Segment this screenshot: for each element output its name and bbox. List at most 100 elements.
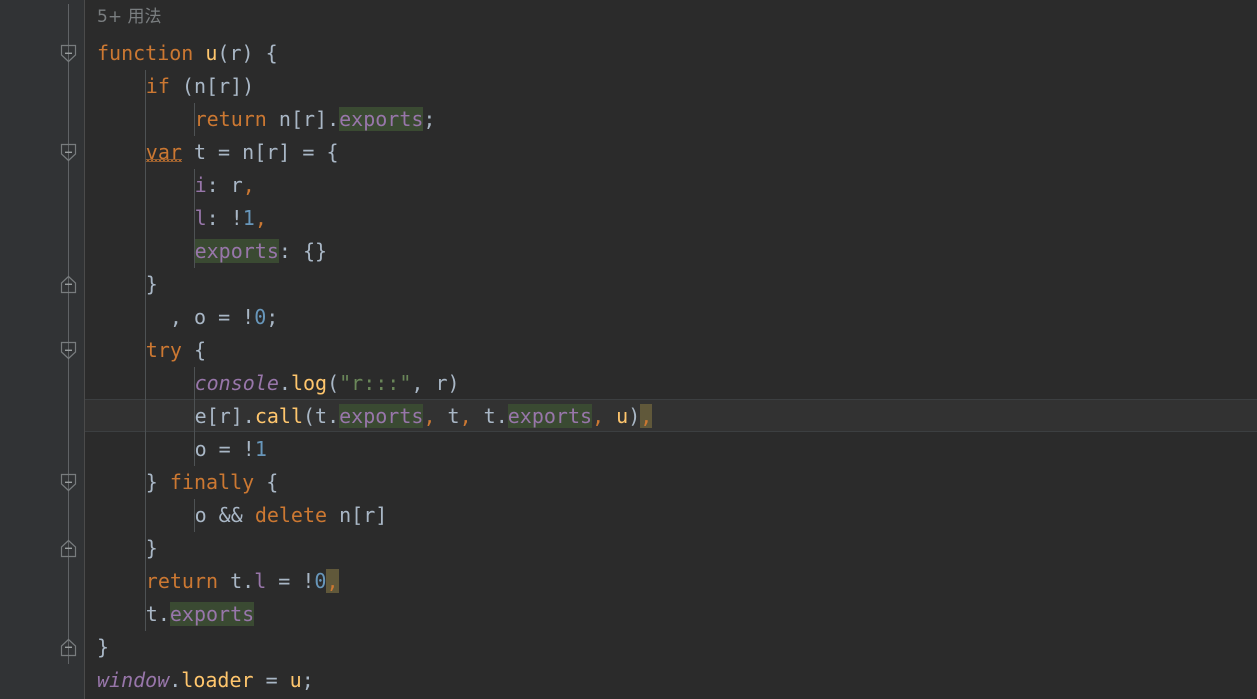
fold-region-start-icon[interactable] xyxy=(59,143,78,162)
code-token: t xyxy=(145,602,158,626)
code-token: r xyxy=(229,41,242,65)
code-token: l xyxy=(194,206,207,230)
code-token: [ xyxy=(290,107,303,131)
code-token: n xyxy=(193,74,207,98)
fold-region-start-icon[interactable] xyxy=(59,341,78,360)
code-token: . xyxy=(157,602,170,626)
fold-region-start-icon[interactable] xyxy=(59,473,78,492)
code-token: : xyxy=(206,206,231,230)
code-line[interactable]: } finally { xyxy=(146,466,278,499)
code-line[interactable]: } xyxy=(97,631,109,664)
search-match-token: exports xyxy=(339,404,424,428)
fold-region-start-icon[interactable] xyxy=(59,44,78,63)
code-vision-usages-hint[interactable]: 5+ 用法 xyxy=(97,1,161,34)
code-line[interactable]: function u(r) { xyxy=(97,37,278,70)
fold-region-end-icon[interactable] xyxy=(59,275,78,294)
code-line[interactable]: console.log("r:::", r) xyxy=(195,367,460,400)
code-token: r xyxy=(266,140,279,164)
code-line[interactable]: return t.l = !0, xyxy=(146,565,339,598)
code-token: = xyxy=(206,437,243,461)
code-token: ( xyxy=(327,371,340,395)
code-token: n xyxy=(278,107,291,131)
code-line[interactable]: if (n[r]) xyxy=(146,70,254,103)
code-token: = xyxy=(206,140,243,164)
code-token: r xyxy=(302,107,316,131)
code-token: ( xyxy=(303,404,316,428)
code-line[interactable]: i: r, xyxy=(195,169,255,202)
code-token: ) xyxy=(447,371,460,395)
search-match-token: exports xyxy=(194,239,279,263)
code-token: } xyxy=(97,635,110,659)
code-line[interactable]: } xyxy=(146,268,158,301)
code-token: r xyxy=(363,503,376,527)
code-token: ( xyxy=(169,74,194,98)
code-token: : xyxy=(206,173,231,197)
code-token: ) { xyxy=(241,41,278,65)
code-text-area[interactable]: 5+ 用法 function u(r) {if (n[r]) return n[r]… xyxy=(85,0,1257,699)
code-line[interactable]: o && delete n[r] xyxy=(195,499,388,532)
code-line[interactable]: return n[r].exports; xyxy=(194,103,436,136)
code-token: ]. xyxy=(230,404,255,428)
code-editor-window: 5+ 用法 function u(r) {if (n[r]) return n[r]… xyxy=(0,0,1257,699)
brace-match-token: , xyxy=(326,569,339,593)
code-token: finally xyxy=(169,470,255,494)
code-token: 1 xyxy=(254,437,267,461)
code-token: { xyxy=(181,338,207,362)
fold-region-end-icon[interactable] xyxy=(59,539,78,558)
code-token: o xyxy=(194,503,207,527)
code-token: . xyxy=(495,404,508,428)
fold-spine xyxy=(68,4,69,664)
code-line[interactable]: exports: {} xyxy=(194,235,327,268)
code-line[interactable]: o = !1 xyxy=(195,433,267,466)
code-token: = xyxy=(253,668,290,692)
code-line[interactable]: t.exports xyxy=(145,598,255,631)
code-line[interactable]: , o = !0; xyxy=(146,301,278,334)
code-token: return xyxy=(194,107,267,131)
code-token: [ xyxy=(206,404,219,428)
code-token: ; xyxy=(423,107,436,131)
editor-gutter[interactable] xyxy=(27,0,85,699)
fold-region-end-icon[interactable] xyxy=(59,638,78,657)
code-token: } xyxy=(145,536,158,560)
code-line[interactable]: var t = n[r] = { xyxy=(146,136,339,169)
code-token: u xyxy=(616,404,629,428)
code-token: u xyxy=(205,41,218,65)
code-token: . xyxy=(327,404,340,428)
code-token: var xyxy=(145,140,182,164)
code-token: ! xyxy=(242,437,255,461)
code-line[interactable]: l: !1, xyxy=(195,202,267,235)
code-token: 1 xyxy=(242,206,255,230)
brace-match-token: , xyxy=(640,404,653,428)
code-line[interactable]: try { xyxy=(146,334,206,367)
code-token: log xyxy=(290,371,328,395)
code-token: ) xyxy=(628,404,641,428)
code-token: if xyxy=(145,74,170,98)
code-token: u xyxy=(289,668,302,692)
code-token: t xyxy=(483,404,496,428)
code-token: t xyxy=(315,404,328,428)
code-token: ( xyxy=(217,41,230,65)
code-line[interactable]: } xyxy=(146,532,158,565)
code-token: . xyxy=(278,371,291,395)
code-line[interactable]: e[r].call(t.exports, t, t.exports, u), xyxy=(195,400,653,433)
search-match-token: exports xyxy=(507,404,593,428)
code-token: i xyxy=(194,173,207,197)
code-token: = xyxy=(266,569,303,593)
code-token: , xyxy=(592,404,605,428)
code-token: ]. xyxy=(315,107,340,131)
code-token: , xyxy=(411,371,436,395)
code-token: [ xyxy=(206,74,219,98)
code-token: o xyxy=(193,305,207,329)
code-token: [ xyxy=(351,503,364,527)
code-token: t xyxy=(447,404,460,428)
code-token: e xyxy=(194,404,207,428)
editor-annotation-strip[interactable] xyxy=(0,0,27,699)
code-token: = xyxy=(206,305,243,329)
code-line[interactable]: window.loader = u; xyxy=(97,664,314,697)
code-token: { xyxy=(254,470,279,494)
code-token: [ xyxy=(254,140,267,164)
